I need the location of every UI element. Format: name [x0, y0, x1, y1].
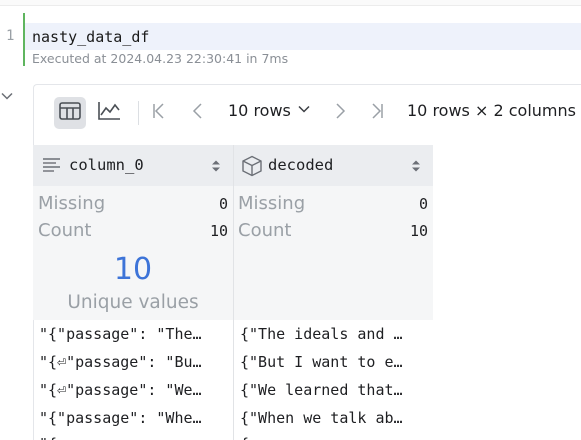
column-name: column_0: [69, 156, 144, 174]
chart-view-button[interactable]: [93, 97, 125, 129]
chevron-down-icon: [297, 101, 311, 120]
table-shape-info: 10 rows × 2 columns: [407, 101, 576, 120]
table-cell[interactable]: {"But I want to e…: [240, 348, 430, 376]
missing-value: 0: [418, 195, 428, 213]
last-page-button[interactable]: [365, 100, 389, 126]
rows-per-page-label: 10 rows: [228, 101, 291, 120]
count-label: Count: [238, 220, 292, 241]
table-cell[interactable]: {"The ideals and …: [240, 320, 430, 348]
line-chart-icon: [97, 101, 121, 125]
column-name: decoded: [268, 156, 334, 174]
table-icon: [59, 102, 81, 124]
column-header-decoded[interactable]: decoded: [234, 145, 433, 186]
line-number: 1: [6, 28, 15, 44]
collapse-output-chevron-icon[interactable]: [0, 88, 14, 102]
table-cell[interactable]: "{⏎"passage": "Bu…: [39, 348, 229, 376]
missing-label: Missing: [238, 193, 306, 214]
toolbar-separator: [138, 101, 139, 125]
column-header-column-0[interactable]: column_0: [33, 145, 233, 186]
unique-values-count: 10: [113, 252, 153, 287]
last-page-icon: [368, 102, 386, 124]
count-value: 10: [409, 222, 428, 240]
table-cell[interactable]: "{"passage": "The…: [39, 320, 229, 348]
next-page-button[interactable]: [328, 100, 352, 126]
rows-per-page-select[interactable]: 10 rows: [228, 101, 311, 120]
table-cell[interactable]: {"We learned that…: [240, 376, 430, 404]
table-view-button[interactable]: [54, 97, 86, 129]
table-cell[interactable]: "{"passage": "Whe…: [39, 404, 229, 432]
table-cell[interactable]: "{: [39, 430, 229, 440]
code-editor-line[interactable]: nasty_data_df: [32, 28, 149, 46]
count-label: Count: [38, 220, 92, 241]
unique-values-label: Unique values: [67, 292, 199, 313]
first-page-icon: [150, 102, 168, 124]
previous-page-button[interactable]: [186, 100, 210, 126]
chevron-left-icon: [189, 102, 207, 124]
table-cell[interactable]: {: [240, 430, 430, 440]
top-divider: [0, 0, 581, 6]
sort-icon[interactable]: [211, 158, 221, 177]
table-cell[interactable]: {"When we talk ab…: [240, 404, 430, 432]
chevron-right-icon: [331, 102, 349, 124]
column-divider: [233, 145, 234, 440]
text-align-icon: [42, 157, 62, 177]
missing-value: 0: [218, 195, 228, 213]
missing-label: Missing: [38, 193, 106, 214]
sort-icon[interactable]: [411, 158, 421, 177]
count-value: 10: [209, 222, 228, 240]
cube-icon: [241, 155, 263, 181]
first-page-button[interactable]: [147, 100, 171, 126]
execution-info: Executed at 2024.04.23 22:30:41 in 7ms: [32, 51, 289, 66]
table-cell[interactable]: "{⏎"passage": "We…: [39, 376, 229, 404]
